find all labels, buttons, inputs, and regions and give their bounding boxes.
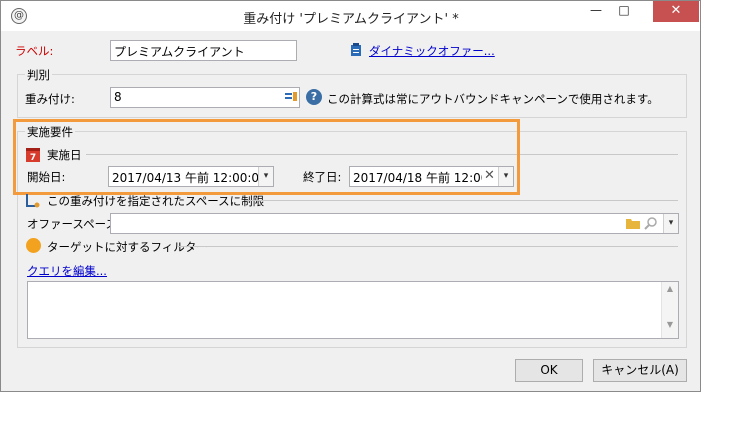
dynamic-offer-link[interactable]: ダイナミックオファー... [369,43,495,59]
filter-icon [26,238,41,253]
title-bar: @ 重み付け 'プレミアムクライアント' * — □ ✕ [1,1,700,31]
offer-space-dropdown-button[interactable]: ▾ [663,214,678,233]
query-scrollbar[interactable]: ▲ ▼ [661,282,678,338]
label-input[interactable]: プレミアムクライアント [110,40,297,61]
weight-value: 8 [114,90,122,104]
app-icon: @ [11,8,27,24]
ok-button[interactable]: OK [515,359,583,382]
scroll-up-icon[interactable]: ▲ [662,284,678,293]
weight-label: 重み付け: [25,92,75,106]
space-restrict-title: この重み付けを指定されたスペースに制限 [47,194,265,208]
label-field-label: ラベル: [15,44,54,58]
window-title: 重み付け 'プレミアムクライアント' * [243,12,459,27]
decision-section-title: 判別 [25,67,52,83]
highlight-frame [13,119,520,195]
search-icon[interactable] [644,216,658,230]
folder-icon[interactable] [626,217,640,229]
edit-query-link[interactable]: クエリを編集... [27,263,107,279]
target-filter-title: ターゲットに対するフィルター [47,240,208,254]
space-restrict-icon [26,193,40,208]
dialog-window: @ 重み付け 'プレミアムクライアント' * — □ ✕ ラベル: プレミアムク… [0,0,701,392]
query-textarea[interactable]: ▲ ▼ [27,281,679,339]
scroll-down-icon[interactable]: ▼ [662,320,678,329]
cancel-button[interactable]: キャンセル(A) [593,359,687,382]
help-text: この計算式は常にアウトバウンドキャンペーンで使用されます。 [327,92,659,106]
offer-space-label: オファースペース: [27,217,121,231]
offer-space-input[interactable]: ▾ [110,213,679,234]
space-group-divider [246,200,678,201]
help-icon: ? [306,89,322,105]
expression-editor-icon[interactable] [285,91,297,103]
weight-input[interactable]: 8 [110,87,300,108]
clipboard-icon [350,43,362,57]
filter-group-divider [177,246,678,247]
close-button[interactable]: ✕ [653,1,699,22]
minimize-button[interactable]: — [583,1,609,22]
maximize-button[interactable]: □ [611,1,637,22]
